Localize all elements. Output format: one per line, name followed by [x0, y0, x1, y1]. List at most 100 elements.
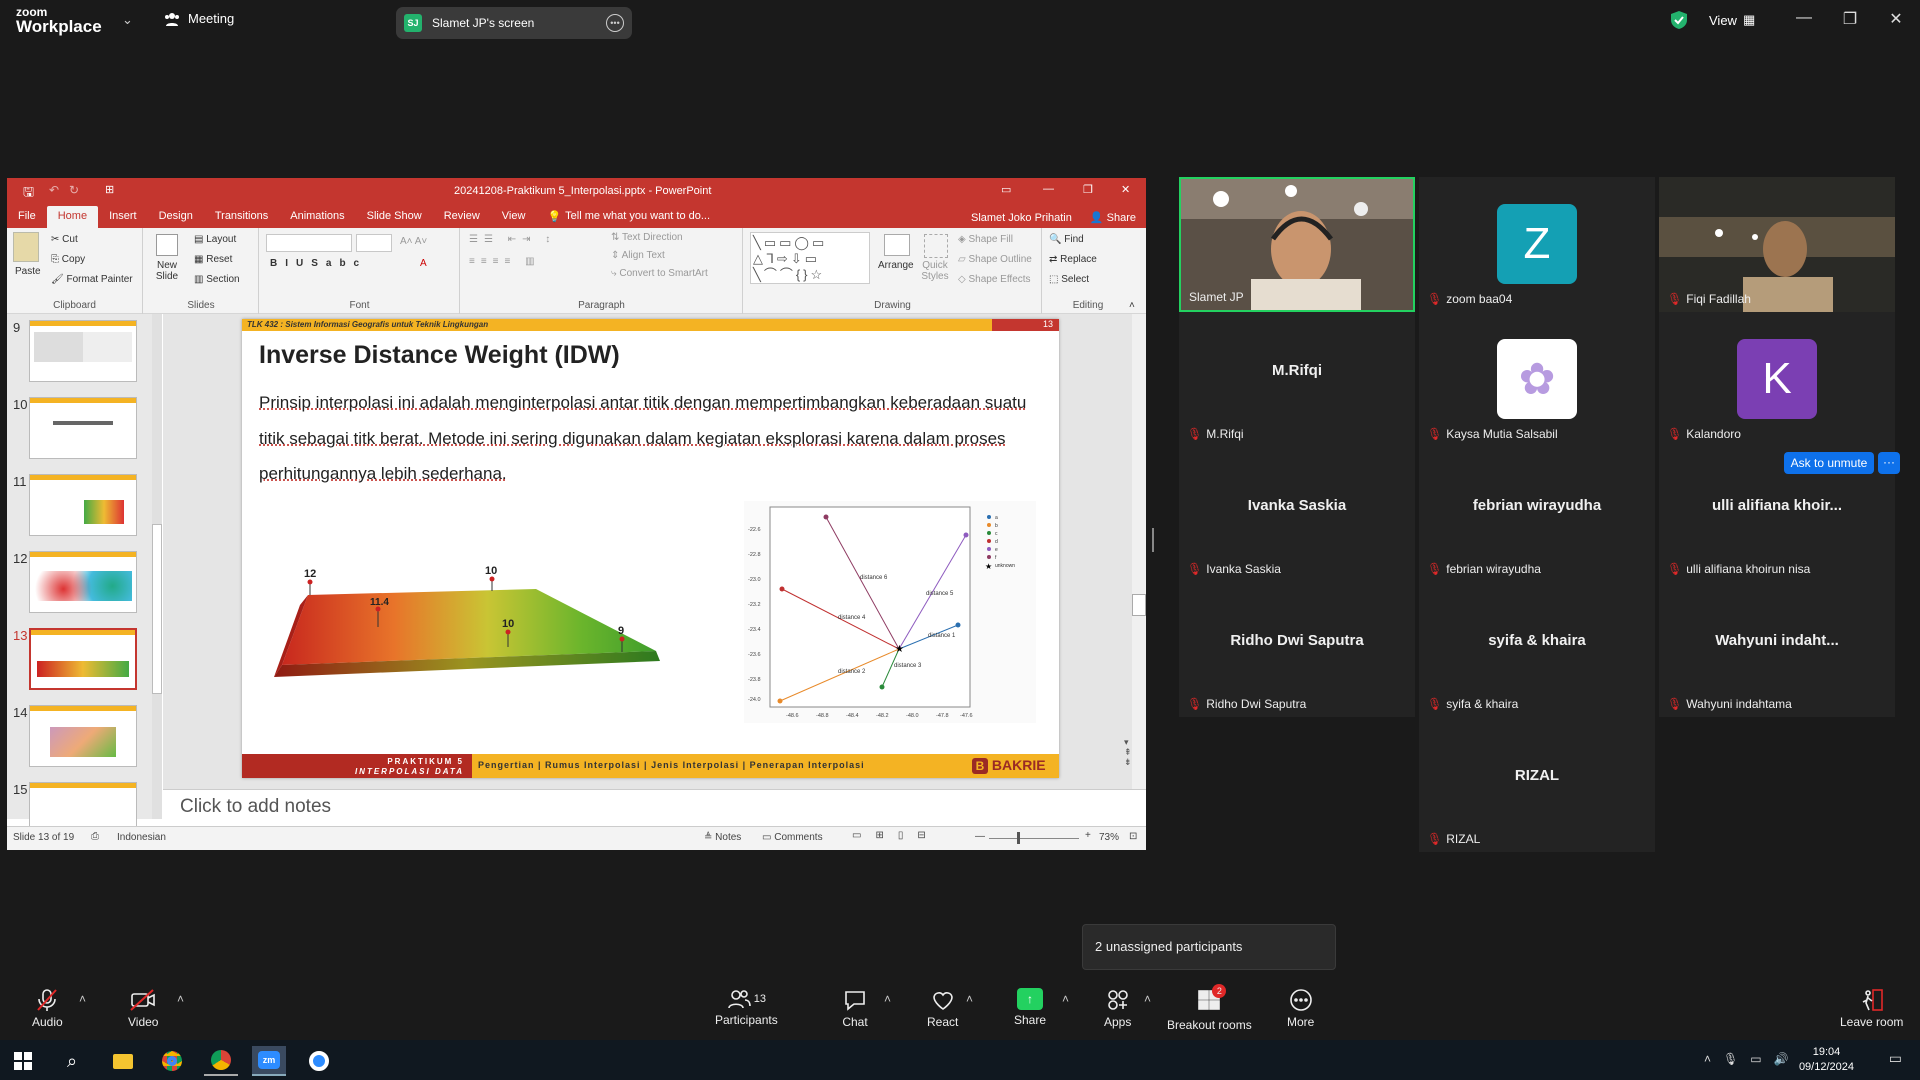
participant-tile[interactable]: ✿ 🎙︎ Kaysa Mutia Salsabil — [1419, 312, 1655, 447]
section-button[interactable]: ▥ Section — [194, 274, 240, 285]
taskbar-clock[interactable]: 19:04 09/12/2024 — [1799, 1045, 1854, 1075]
share-screen-button[interactable]: ↑ Share — [1014, 978, 1046, 1027]
participant-tile[interactable]: Slamet JP — [1179, 177, 1415, 312]
search-icon[interactable]: ⌕ — [55, 1046, 89, 1076]
view-buttons[interactable]: ▭⊞▯⊟ — [852, 830, 940, 841]
slide-thumbnail-9[interactable] — [29, 320, 137, 382]
react-options-caret[interactable]: ˄ — [966, 992, 973, 1006]
tab-home[interactable]: Home — [46, 206, 99, 228]
font-grow-icon[interactable]: A˄ A˅ — [400, 236, 427, 247]
participant-tile[interactable]: Ridho Dwi Saputra 🎙︎ Ridho Dwi Saputra — [1179, 582, 1415, 717]
chrome-profile-icon[interactable] — [204, 1046, 238, 1076]
participant-tile[interactable]: Z 🎙︎ zoom baa04 — [1419, 177, 1655, 312]
font-color-icon[interactable]: A — [420, 258, 427, 269]
paste-button[interactable]: Paste — [15, 266, 41, 277]
slide-thumbnail-13[interactable] — [29, 628, 137, 690]
slide-thumbnail-10[interactable] — [29, 397, 137, 459]
font-style-buttons[interactable]: BIUSabc — [270, 258, 367, 269]
tab-slide-show[interactable]: Slide Show — [356, 206, 433, 228]
participant-tile[interactable]: febrian wirayudha 🎙︎ febrian wirayudha — [1419, 447, 1655, 582]
text-direction-button[interactable]: ⇅ Text Direction — [611, 232, 683, 243]
select-button[interactable]: ⬚ Select — [1049, 274, 1089, 285]
tab-design[interactable]: Design — [148, 206, 204, 228]
tile-more-button[interactable]: ··· — [1878, 452, 1900, 474]
restore-icon[interactable]: ❐ — [1840, 9, 1860, 29]
arrange-icon[interactable] — [884, 234, 910, 256]
share-options-caret[interactable]: ˄ — [1062, 992, 1069, 1006]
participant-tile[interactable]: syifa & khaira 🎙︎ syifa & khaira — [1419, 582, 1655, 717]
list-icons[interactable]: ☰☰ ⇤⇥ ↕ — [469, 234, 556, 245]
footer-nav[interactable]: Pengertian | Rumus Interpolasi | Jenis I… — [478, 760, 865, 770]
copy-button[interactable]: ⎘ Copy — [51, 254, 85, 265]
comments-toggle[interactable]: ▭ Comments — [762, 832, 823, 843]
format-painter-button[interactable]: 🖌 Format Painter — [51, 274, 133, 285]
participant-tile[interactable]: RIZAL 🎙︎ RIZAL — [1419, 717, 1655, 852]
more-icon[interactable]: ••• — [606, 14, 624, 32]
tab-animations[interactable]: Animations — [279, 206, 355, 228]
align-icons[interactable]: ≡≡≡≡ ▥ — [469, 256, 541, 267]
close-icon[interactable]: ✕ — [1886, 9, 1906, 29]
fit-slide-icon[interactable]: ⊡ — [1129, 831, 1137, 842]
arrange-button[interactable]: Arrange — [878, 260, 914, 271]
audio-button[interactable]: Audio — [32, 978, 63, 1029]
system-tray-icons[interactable]: ˄🎙︎▭🔊 — [1704, 1052, 1801, 1066]
shape-fill-button[interactable]: ◈ Shape Fill — [958, 234, 1013, 245]
participant-tile[interactable]: K 🎙︎ Kalandoro — [1659, 312, 1895, 447]
save-icon[interactable]: 🖫 — [23, 183, 34, 205]
file-explorer-icon[interactable] — [106, 1046, 140, 1076]
zoom-in-icon[interactable]: + — [1085, 830, 1091, 841]
participant-tile[interactable]: 🎙︎ Fiqi Fadillah — [1659, 177, 1895, 312]
paste-icon[interactable] — [13, 232, 39, 262]
slide-title[interactable]: Inverse Distance Weight (IDW) — [259, 341, 620, 370]
minimize-icon[interactable]: — — [1794, 9, 1814, 27]
collapse-ribbon-icon[interactable]: ˄ — [1129, 300, 1135, 311]
react-button[interactable]: React — [927, 978, 958, 1029]
ppt-restore-icon[interactable]: ❐ — [1083, 183, 1093, 196]
reset-button[interactable]: ▦ Reset — [194, 254, 232, 265]
quick-styles-button[interactable]: Quick Styles — [920, 260, 950, 282]
slideshow-icon[interactable]: ⊞ — [105, 183, 114, 196]
shield-icon[interactable] — [1671, 11, 1687, 29]
status-language[interactable]: Indonesian — [117, 832, 166, 843]
notes-placeholder[interactable]: Click to add notes — [163, 789, 1146, 819]
tab-insert[interactable]: Insert — [98, 206, 148, 228]
font-family-input[interactable] — [266, 234, 352, 252]
zoom-slider[interactable] — [989, 838, 1079, 839]
apps-button[interactable]: Apps — [1104, 978, 1131, 1029]
breakout-rooms-button[interactable]: 2 Breakout rooms — [1167, 978, 1252, 1032]
chat-button[interactable]: Chat — [842, 978, 868, 1029]
video-button[interactable]: Video — [128, 978, 158, 1029]
chrome-icon[interactable] — [155, 1046, 189, 1076]
chevron-down-icon[interactable]: ⌄ — [122, 12, 133, 28]
participant-tile[interactable]: M.Rifqi 🎙︎ M.Rifqi — [1179, 312, 1415, 447]
app-taskbar-icon[interactable] — [302, 1046, 336, 1076]
new-slide-button[interactable]: New Slide — [152, 260, 182, 282]
participant-tile[interactable]: Wahyuni indaht... 🎙︎ Wahyuni indahtama — [1659, 582, 1895, 717]
audio-options-caret[interactable]: ˄ — [79, 992, 86, 1006]
participants-button[interactable]: 13 Participants — [715, 978, 778, 1027]
windows-start-icon[interactable] — [6, 1046, 40, 1076]
notes-toggle[interactable]: ≜ Notes — [704, 832, 741, 843]
tab-file[interactable]: File — [7, 206, 47, 228]
thumbnail-scrollbar[interactable] — [152, 314, 162, 819]
ppt-minimize-icon[interactable]: — — [1043, 183, 1054, 195]
more-button[interactable]: More — [1287, 978, 1314, 1029]
font-size-input[interactable] — [356, 234, 392, 252]
redo-icon[interactable]: ↻ — [69, 183, 79, 197]
slide-nav-arrows[interactable]: ▾ ⇞ ⇟ — [1124, 737, 1132, 767]
tab-view[interactable]: View — [491, 206, 537, 228]
convert-smartart-button[interactable]: ⤷ Convert to SmartArt — [611, 268, 708, 279]
undo-icon[interactable]: ↶ — [49, 183, 59, 197]
shapes-gallery[interactable]: ╲▭▭◯▭ △ᒣ⇨⇩▭ ╲⌒⌒{}☆ — [750, 232, 870, 284]
zoom-taskbar-icon[interactable]: zm — [252, 1046, 286, 1076]
editor-scrollbar[interactable] — [1132, 314, 1146, 789]
align-text-button[interactable]: ⇕ Align Text — [611, 250, 665, 261]
layout-button[interactable]: ▤ Layout — [194, 234, 236, 245]
ppt-share-button[interactable]: 👤 Share — [1080, 207, 1146, 228]
chat-options-caret[interactable]: ˄ — [884, 992, 891, 1006]
slide-thumbnail-14[interactable] — [29, 705, 137, 767]
leave-room-button[interactable]: Leave room — [1840, 978, 1903, 1029]
ppt-close-icon[interactable]: ✕ — [1121, 183, 1130, 196]
tell-me-box[interactable]: 💡 Tell me what you want to do... — [536, 206, 721, 228]
ask-to-unmute-button[interactable]: Ask to unmute — [1784, 452, 1874, 474]
